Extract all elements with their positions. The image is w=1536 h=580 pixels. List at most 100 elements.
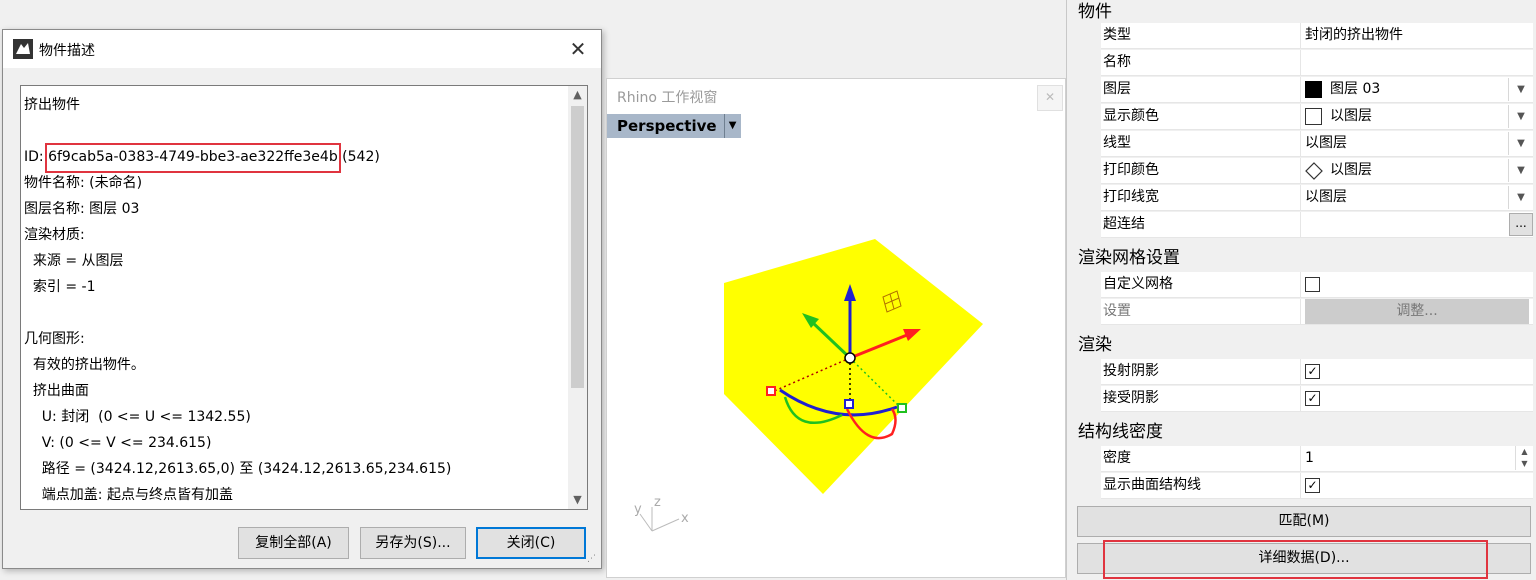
axis-x-label: x [681, 511, 689, 526]
text-line: 路径 = (3424.12,2613.65,0) 至 (3424.12,2613… [24, 461, 452, 477]
density-spinner[interactable]: ▲ ▼ [1515, 446, 1533, 471]
prop-row-show-iso[interactable]: 显示曲面结构线 ✓ [1101, 473, 1533, 499]
prop-label: 图层 [1101, 77, 1301, 102]
hyperlink-browse-button[interactable]: ... [1509, 213, 1533, 236]
show-isocurve-checkbox[interactable]: ✓ [1305, 478, 1320, 493]
diamond-icon [1305, 161, 1323, 180]
prop-label: 打印线宽 [1101, 185, 1301, 210]
world-axis-icon [639, 507, 680, 532]
axis-z-label: z [654, 495, 661, 510]
text-line: 挤出物件 [24, 97, 80, 113]
object-id-line: ID: 6f9cab5a-0383-4749-bbe3-ae322ffe3e4b… [21, 143, 566, 173]
layer-select[interactable]: 图层 03 [1305, 77, 1380, 102]
prop-row-layer[interactable]: 图层 图层 03 ▼ [1101, 77, 1533, 103]
text-line [21, 300, 566, 326]
prop-row-custom-mesh[interactable]: 自定义网格 [1101, 272, 1533, 298]
prop-row-name[interactable]: 名称 [1101, 50, 1533, 76]
text-line [21, 118, 566, 144]
print-color-value: 以图层 [1330, 162, 1372, 178]
dialog-close-icon[interactable]: ✕ [563, 34, 593, 64]
dialog-titlebar[interactable]: 物件描述 ✕ [3, 30, 601, 68]
prop-row-print-width[interactable]: 打印线宽 以图层 ▼ [1101, 185, 1533, 211]
properties-panel: 物件 类型 封闭的挤出物件 名称 图层 图层 03 ▼ 显示颜色 以图层 ▼ 线… [1066, 0, 1536, 580]
chevron-down-icon[interactable]: ▼ [1508, 186, 1533, 209]
section-isocurve-density: 结构线密度 [1078, 422, 1163, 442]
text-line: 几何图形: [24, 331, 85, 347]
close-button[interactable]: 关闭(C) [476, 527, 586, 559]
print-color-select[interactable]: 以图层 [1305, 158, 1372, 183]
prop-label: 密度 [1101, 446, 1301, 471]
prop-label: 接受阴影 [1101, 386, 1301, 411]
description-textbox[interactable]: 挤出物件 ID: 6f9cab5a-0383-4749-bbe3-ae322ff… [20, 85, 588, 510]
print-width-select[interactable]: 以图层 [1305, 185, 1347, 210]
prop-label: 设置 [1101, 299, 1301, 324]
chevron-down-icon[interactable]: ▼ [1508, 159, 1533, 182]
chevron-down-icon[interactable]: ▼ [1508, 132, 1533, 155]
layer-color-swatch [1305, 81, 1322, 98]
prop-value: 封闭的挤出物件 [1305, 27, 1403, 43]
scale-x-handle[interactable] [766, 386, 776, 396]
prop-label: 名称 [1101, 50, 1301, 75]
scrollbar-thumb[interactable] [571, 106, 584, 388]
prop-label: 超连结 [1101, 212, 1301, 237]
text-line: V: (0 <= V <= 234.615) [24, 435, 212, 451]
text-line: 来源 = 从图层 [24, 253, 124, 269]
section-object: 物件 [1078, 2, 1112, 22]
dialog-title: 物件描述 [39, 43, 95, 59]
text-line: 挤出曲面 [24, 383, 89, 399]
display-color-select[interactable]: 以图层 [1305, 104, 1372, 129]
prop-label: 类型 [1101, 23, 1301, 48]
rhino-viewport-window[interactable]: Rhino 工作视窗 ✕ Perspective ▼ x z y [606, 78, 1066, 578]
prop-label: 投射阴影 [1101, 359, 1301, 384]
scale-y-handle[interactable] [897, 403, 907, 413]
prop-row-linetype[interactable]: 线型 以图层 ▼ [1101, 131, 1533, 157]
prop-row-type: 类型 封闭的挤出物件 [1101, 23, 1533, 49]
section-render: 渲染 [1078, 335, 1112, 355]
save-as-button[interactable]: 另存为(S)... [360, 527, 466, 559]
chevron-up-icon[interactable]: ▲ [1515, 446, 1533, 458]
text-line: U: 封闭 (0 <= U <= 1342.55) [24, 409, 251, 425]
id-suffix: (542) [337, 149, 380, 165]
chevron-down-icon[interactable]: ▼ [1508, 78, 1533, 101]
match-button[interactable]: 匹配(M) [1077, 506, 1531, 537]
vertical-scrollbar[interactable]: ▲ ▼ [568, 86, 587, 509]
adjust-button[interactable]: 调整... [1305, 299, 1529, 324]
gumball-center[interactable] [844, 352, 856, 364]
resize-grip-icon[interactable]: ⋰ [587, 554, 599, 566]
text-line: 端点加盖: 起点与终点皆有加盖 [24, 487, 233, 503]
id-highlight-box [45, 143, 341, 173]
text-line: 有效的挤出物件。 [24, 357, 145, 373]
color-swatch [1305, 108, 1322, 125]
text-line: 物件名称: (未命名) [24, 175, 143, 191]
copy-all-button[interactable]: 复制全部(A) [238, 527, 349, 559]
receive-shadow-checkbox[interactable]: ✓ [1305, 391, 1320, 406]
section-render-mesh: 渲染网格设置 [1078, 248, 1180, 268]
custom-mesh-checkbox[interactable] [1305, 277, 1320, 292]
chevron-down-icon[interactable]: ▼ [1515, 458, 1533, 470]
prop-row-settings: 设置 调整... [1101, 299, 1533, 325]
extrusion-object[interactable] [724, 239, 983, 494]
density-input[interactable]: 1 [1305, 446, 1314, 471]
chevron-up-icon[interactable]: ▲ [568, 86, 587, 104]
linetype-select[interactable]: 以图层 [1305, 131, 1347, 156]
text-line: 图层名称: 图层 03 [24, 201, 140, 217]
prop-row-print-color[interactable]: 打印颜色 以图层 ▼ [1101, 158, 1533, 184]
prop-row-cast-shadow[interactable]: 投射阴影 ✓ [1101, 359, 1533, 385]
chevron-down-icon[interactable]: ▼ [568, 491, 587, 509]
prop-row-receive-shadow[interactable]: 接受阴影 ✓ [1101, 386, 1533, 412]
prop-row-hyperlink[interactable]: 超连结 ... [1101, 212, 1533, 238]
prop-row-density[interactable]: 密度 1 ▲ ▼ [1101, 446, 1533, 472]
prop-label: 自定义网格 [1101, 272, 1301, 297]
text-line: 索引 = -1 [24, 279, 96, 295]
viewport-scene[interactable]: x z y [607, 79, 1065, 577]
chevron-down-icon[interactable]: ▼ [1508, 105, 1533, 128]
prop-row-display-color[interactable]: 显示颜色 以图层 ▼ [1101, 104, 1533, 130]
details-button[interactable]: 详细数据(D)... [1077, 543, 1531, 574]
scale-z-handle[interactable] [844, 399, 854, 409]
prop-label: 线型 [1101, 131, 1301, 156]
prop-label: 打印颜色 [1101, 158, 1301, 183]
object-description-dialog: 物件描述 ✕ 挤出物件 ID: 6f9cab5a-0383-4749-bbe3-… [2, 29, 602, 569]
prop-label: 显示曲面结构线 [1101, 473, 1301, 498]
display-color-value: 以图层 [1330, 108, 1372, 124]
cast-shadow-checkbox[interactable]: ✓ [1305, 364, 1320, 379]
